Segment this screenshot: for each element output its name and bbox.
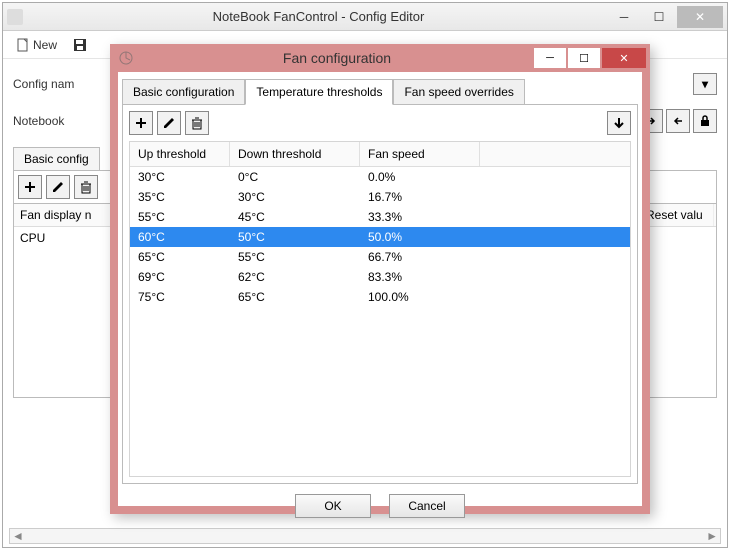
scroll-left-icon[interactable]: ◄	[12, 529, 24, 543]
dialog-minimize-button[interactable]: ─	[534, 48, 566, 68]
close-button[interactable]: ✕	[677, 6, 723, 28]
cell-up-threshold: 75°C	[130, 287, 230, 307]
maximize-button[interactable]: ☐	[642, 6, 676, 28]
cell-down-threshold: 0°C	[230, 167, 360, 187]
cell-fan-speed: 33.3%	[360, 207, 480, 227]
bg-edit-button[interactable]	[46, 175, 70, 199]
minimize-button[interactable]: ─	[607, 6, 641, 28]
threshold-row[interactable]: 65°C55°C66.7%	[130, 247, 630, 267]
horizontal-scrollbar[interactable]: ◄ ►	[9, 528, 721, 544]
delete-threshold-button[interactable]	[185, 111, 209, 135]
cell-up-threshold: 35°C	[130, 187, 230, 207]
bg-tab-basic[interactable]: Basic config	[13, 147, 100, 170]
cell-up-threshold: 69°C	[130, 267, 230, 287]
scroll-right-icon[interactable]: ►	[706, 529, 718, 543]
bg-delete-button[interactable]	[74, 175, 98, 199]
header-down-threshold[interactable]: Down threshold	[230, 142, 360, 166]
cell-fan-speed: 100.0%	[360, 287, 480, 307]
dialog-title: Fan configuration	[142, 50, 532, 66]
bg-add-button[interactable]	[18, 175, 42, 199]
notebook-label: Notebook	[13, 114, 108, 128]
config-name-label: Config nam	[13, 77, 108, 91]
cell-up-threshold: 60°C	[130, 227, 230, 247]
cell-down-threshold: 50°C	[230, 227, 360, 247]
config-dropdown-button[interactable]: ▾	[693, 73, 717, 95]
tab-basic-config[interactable]: Basic configuration	[122, 79, 245, 105]
lock-icon	[699, 115, 711, 127]
cell-fan-speed: 83.3%	[360, 267, 480, 287]
new-button[interactable]: New	[11, 36, 62, 54]
main-window-title: NoteBook FanControl - Config Editor	[31, 9, 606, 24]
trash-icon	[190, 116, 204, 130]
dialog-buttons: OK Cancel	[122, 484, 638, 522]
window-controls: ─ ☐ ✕	[606, 6, 723, 28]
plus-icon	[23, 180, 37, 194]
ok-button[interactable]: OK	[295, 494, 371, 518]
cell-up-threshold: 55°C	[130, 207, 230, 227]
cell-down-threshold: 65°C	[230, 287, 360, 307]
move-down-button[interactable]	[607, 111, 631, 135]
cell-fan-speed: 66.7%	[360, 247, 480, 267]
cell-up-threshold: 65°C	[130, 247, 230, 267]
lock-button[interactable]	[693, 109, 717, 133]
new-file-icon	[16, 38, 30, 52]
threshold-row[interactable]: 75°C65°C100.0%	[130, 287, 630, 307]
threshold-row[interactable]: 30°C0°C0.0%	[130, 167, 630, 187]
nav-left-button[interactable]	[666, 109, 690, 133]
threshold-row[interactable]: 35°C30°C16.7%	[130, 187, 630, 207]
add-threshold-button[interactable]	[129, 111, 153, 135]
save-button[interactable]	[68, 36, 92, 54]
threshold-row[interactable]: 60°C50°C50.0%	[130, 227, 630, 247]
app-icon	[7, 9, 23, 25]
tab-temperature-thresholds[interactable]: Temperature thresholds	[245, 79, 393, 105]
cell-fan-speed: 50.0%	[360, 227, 480, 247]
arrow-left-icon	[672, 115, 684, 127]
cell-fan-speed: 0.0%	[360, 167, 480, 187]
plus-icon	[134, 116, 148, 130]
cell-up-threshold: 30°C	[130, 167, 230, 187]
dialog-maximize-button[interactable]: ☐	[568, 48, 600, 68]
arrow-down-icon	[612, 116, 626, 130]
threshold-row[interactable]: 55°C45°C33.3%	[130, 207, 630, 227]
main-titlebar: NoteBook FanControl - Config Editor ─ ☐ …	[3, 3, 727, 31]
pencil-icon	[51, 180, 65, 194]
pane-toolbar	[129, 111, 631, 135]
trash-icon	[79, 180, 93, 194]
dialog-body: Basic configuration Temperature threshol…	[118, 72, 642, 522]
tab-fan-speed-overrides[interactable]: Fan speed overrides	[393, 79, 524, 105]
threshold-table: Up threshold Down threshold Fan speed 30…	[129, 141, 631, 477]
tabpane-temperature: Up threshold Down threshold Fan speed 30…	[122, 104, 638, 484]
dialog-app-icon	[118, 50, 134, 66]
header-up-threshold[interactable]: Up threshold	[130, 142, 230, 166]
fan-config-dialog: Fan configuration ─ ☐ ✕ Basic configurat…	[110, 44, 650, 514]
new-label: New	[33, 38, 57, 52]
dialog-close-button[interactable]: ✕	[602, 48, 646, 68]
cell-down-threshold: 62°C	[230, 267, 360, 287]
cell-down-threshold: 55°C	[230, 247, 360, 267]
header-fan-speed[interactable]: Fan speed	[360, 142, 480, 166]
cell-down-threshold: 30°C	[230, 187, 360, 207]
dialog-titlebar: Fan configuration ─ ☐ ✕	[110, 44, 650, 72]
threshold-table-header: Up threshold Down threshold Fan speed	[130, 142, 630, 167]
cancel-button[interactable]: Cancel	[389, 494, 465, 518]
cell-down-threshold: 45°C	[230, 207, 360, 227]
threshold-row[interactable]: 69°C62°C83.3%	[130, 267, 630, 287]
pencil-icon	[162, 116, 176, 130]
save-icon	[73, 38, 87, 52]
dialog-tabrow: Basic configuration Temperature threshol…	[122, 78, 638, 104]
edit-threshold-button[interactable]	[157, 111, 181, 135]
cell-fan-speed: 16.7%	[360, 187, 480, 207]
